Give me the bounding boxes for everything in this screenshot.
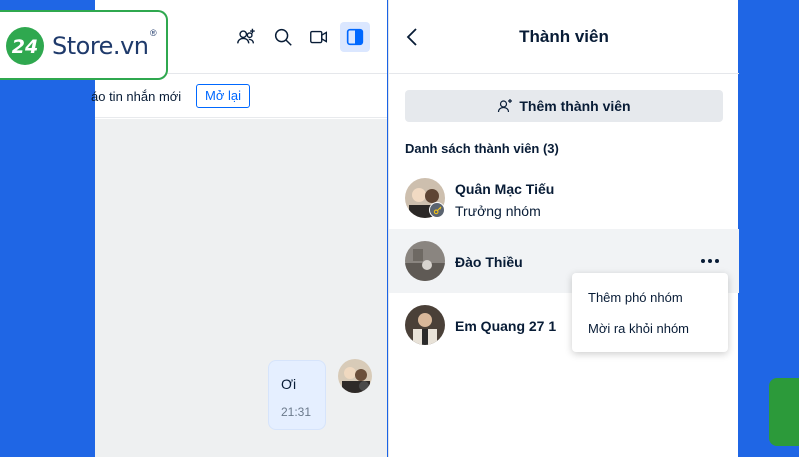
side-tab[interactable] <box>769 378 799 446</box>
member-row[interactable]: Quân Mạc Tiếu Trưởng nhóm <box>389 166 739 230</box>
add-member-label: Thêm thành viên <box>519 98 631 114</box>
menu-item-remove-member[interactable]: Mời ra khỏi nhóm <box>588 321 689 336</box>
notice-text: áo tin nhắn mới <box>91 89 182 104</box>
message-bubble[interactable]: Ơi 21:31 <box>268 360 326 430</box>
avatar <box>405 241 445 281</box>
member-name: Quân Mạc Tiếu <box>455 181 555 197</box>
panel-header: Thành viên <box>389 0 739 74</box>
logo-registered: ® <box>150 28 157 38</box>
panel-title: Thành viên <box>519 27 609 46</box>
search-icon[interactable] <box>268 22 298 52</box>
add-user-icon <box>498 99 513 113</box>
member-name: Đào Thiều <box>455 254 523 270</box>
video-call-icon[interactable] <box>304 22 334 52</box>
add-member-button[interactable]: Thêm thành viên <box>405 90 723 122</box>
member-context-menu: Thêm phó nhóm Mời ra khỏi nhóm <box>572 273 728 352</box>
member-role: Trưởng nhóm <box>455 203 541 219</box>
sender-avatar[interactable] <box>338 359 372 393</box>
new-message-notice: áo tin nhắn mới Mở lại <box>91 75 387 118</box>
avatar <box>405 305 445 345</box>
member-name: Em Quang 27 1 <box>455 318 557 334</box>
add-friend-icon[interactable] <box>231 22 261 52</box>
panel-toggle-icon[interactable] <box>340 22 370 52</box>
logo-text: Store.vn <box>52 32 149 60</box>
menu-item-add-deputy[interactable]: Thêm phó nhóm <box>588 290 683 305</box>
member-panel: Thành viên Thêm thành viên Danh sách thà… <box>388 0 739 457</box>
message-list: Ơi 21:31 <box>95 119 387 457</box>
message-text: Ơi <box>281 376 297 392</box>
reopen-button[interactable]: Mở lại <box>196 84 250 108</box>
message-time: 21:31 <box>281 405 312 419</box>
more-options-icon[interactable] <box>697 251 723 271</box>
member-list-title: Danh sách thành viên (3) <box>405 141 559 156</box>
store-logo: 24 Store.vn ® <box>0 10 168 80</box>
logo-mark-icon: 24 <box>6 27 44 65</box>
key-icon <box>429 202 445 218</box>
svg-text:24: 24 <box>12 36 38 58</box>
